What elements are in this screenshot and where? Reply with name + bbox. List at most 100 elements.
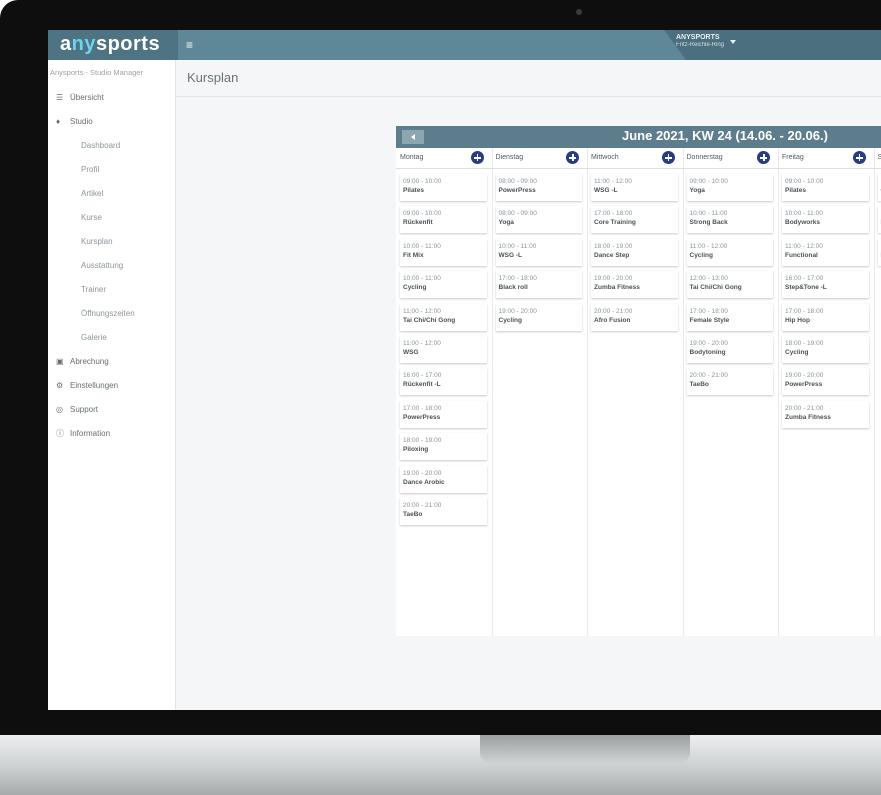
course-name: PowerPress — [785, 381, 823, 389]
sidebar-item-galerie[interactable]: Galerie — [48, 325, 175, 349]
course-name: Yoga — [689, 187, 705, 194]
calculator-icon: ▣ — [56, 356, 64, 366]
course-name: Pilates — [403, 187, 424, 194]
course-name: Cycling — [403, 284, 427, 292]
course-card[interactable]: 17:Hi — [877, 238, 881, 266]
course-card[interactable]: 19:00 - 20:00 Dance Arobic — [400, 465, 487, 493]
sidebar-item-label: Studio — [70, 116, 93, 126]
course-time: 19:00 - 20:00 — [403, 469, 442, 477]
course-card[interactable]: 17:00 - 18:00 Hip Hop — [782, 303, 869, 331]
sidebar-item-studio[interactable]: ♦ Studio — [48, 109, 175, 133]
course-card[interactable]: 16:00 - 17:00 Step&Tone -L — [782, 271, 869, 299]
course-list: 11:00 - 12:00 WSG -L 17:00 - 18:00 Core Tra… — [587, 169, 683, 331]
course-time: 10:00 - 11:00 — [689, 210, 728, 218]
course-card[interactable]: 10:00 - 11:00 Bodyworks — [782, 206, 869, 234]
list-icon: ☰ — [56, 92, 64, 102]
course-card[interactable]: 10:00 - 11:00 WSG -L — [495, 238, 582, 266]
sidebar-item-trainer[interactable]: Trainer — [48, 277, 175, 301]
sidebar-item-dashboard[interactable]: Dashboard — [48, 133, 175, 157]
course-card[interactable]: 20:00 - 21:00 Afro Fusion — [591, 303, 678, 331]
course-card[interactable]: 09:00 - 10:00 Rückenfit — [400, 206, 487, 234]
laptop-hinge — [480, 735, 690, 763]
course-time: 19:00 - 20:00 — [594, 275, 633, 283]
day-column: Mittwoch 11:00 - 12:00 WSG -L 17:00 - 18:00… — [587, 148, 684, 636]
sidebar-item-support[interactable]: ◎ Support — [48, 397, 175, 421]
course-card[interactable]: 10:00 - 11:00 Strong Back — [686, 206, 773, 234]
course-card[interactable]: 11:00 - 12:00 WSG -L — [591, 174, 678, 201]
sidebar-item--bersicht[interactable]: ☰ Übersicht — [48, 85, 175, 109]
course-card[interactable]: 19:00 - 20:00 Bodytoning — [686, 335, 773, 363]
prev-week-button[interactable] — [402, 130, 424, 144]
course-card[interactable]: 20:00 - 21:00 TaeBo — [400, 497, 487, 525]
course-card[interactable]: 17:00 - 18:00 Core Training — [591, 206, 678, 234]
course-card[interactable]: 09:00 - 10:00 Yoga — [686, 174, 773, 201]
course-name: Bodytoning — [689, 348, 726, 356]
course-time: 18:00 - 19:00 — [785, 339, 824, 347]
add-course-button[interactable] — [566, 151, 579, 164]
sidebar-item-einstellungen[interactable]: ⚙ Einstellungen — [48, 373, 175, 397]
gear-icon: ⚙ — [56, 380, 64, 390]
course-card[interactable]: 10:Cy — [877, 174, 881, 201]
sidebar-item--ffnungszeiten[interactable]: Öffnungszeiten — [48, 301, 175, 325]
course-card[interactable]: 18:00 - 19:00 Piloxing — [400, 433, 487, 461]
course-card[interactable]: 17:00 - 18:00 PowerPress — [400, 400, 487, 428]
day-column: Montag 09:00 - 10:00 Pilates 09:00 - 10:00 R… — [396, 148, 493, 636]
course-card[interactable]: 19:00 - 20:00 Zumba Fitness — [591, 271, 678, 299]
course-name: Female Style — [689, 316, 730, 324]
course-card[interactable]: 10:00 - 11:00 Cycling — [400, 271, 487, 299]
sidebar-item-kurse[interactable]: Kurse — [48, 205, 175, 229]
course-card[interactable]: 17:00 - 18:00 Female Style — [686, 303, 773, 331]
caret-down-icon[interactable] — [730, 40, 736, 44]
sidebar-item-kursplan[interactable]: Kursplan — [48, 229, 175, 253]
course-name: Dance Step — [594, 251, 630, 259]
course-card[interactable]: 12:00 - 13:00 Tai Chi/Chi Gong — [686, 271, 773, 299]
content-header: Kursplan — [176, 60, 881, 97]
course-card[interactable]: 20:00 - 21:00 TaeBo — [686, 368, 773, 396]
course-time: 17:00 - 18:00 — [594, 210, 633, 218]
day-column: Donnerstag 09:00 - 10:00 Yoga 10:00 - 11:00… — [682, 148, 779, 636]
course-card[interactable]: 11:00 - 12:00 WSG — [400, 335, 487, 363]
course-card[interactable]: 11:00 - 12:00 Functional — [782, 238, 869, 266]
sidebar-item-profil[interactable]: Profil — [48, 157, 175, 181]
user-menu[interactable]: ANYSPORTS Fritz-Reichle-Ring — [676, 34, 724, 48]
course-card[interactable]: 11:00 - 12:00 Tai Chi/Chi Gong — [400, 303, 487, 331]
sidebar-item-abrechung[interactable]: ▣ Abrechung — [48, 349, 175, 373]
course-time: 16:00 - 17:00 — [403, 372, 442, 380]
day-name: Dienstag — [495, 154, 524, 161]
course-card[interactable]: 18:00 - 19:00 Cycling — [782, 335, 869, 363]
course-card[interactable]: 11:Pil — [877, 206, 881, 234]
sidebar-item-label: Profil — [81, 164, 100, 174]
day-header: Sa — [873, 148, 881, 169]
course-time: 11:00 - 12:00 — [403, 339, 441, 347]
course-card[interactable]: 19:00 - 20:00 Cycling — [495, 303, 582, 331]
course-card[interactable]: 20:00 - 21:00 Zumba Fitness — [782, 400, 869, 428]
logo-part: sports — [95, 33, 161, 55]
course-card[interactable]: 16:00 - 17:00 Rückenfit -L — [400, 368, 487, 396]
course-name: Step&Tone -L — [785, 284, 827, 292]
hamburger-icon[interactable]: ≡ — [186, 38, 193, 52]
sidebar-item-information[interactable]: ⓘ Information — [48, 421, 175, 445]
logo[interactable]: anysports — [60, 33, 160, 56]
sidebar-item-label: Einstellungen — [70, 380, 119, 390]
course-list: 08:00 - 09:00 PowerPress 08:00 - 09:00 Yoga… — [492, 169, 588, 331]
course-time: 08:00 - 09:00 — [498, 210, 537, 218]
course-card[interactable]: 08:00 - 09:00 Yoga — [495, 206, 582, 234]
course-time: 16:00 - 17:00 — [785, 275, 824, 283]
add-course-button[interactable] — [661, 151, 675, 164]
course-card[interactable]: 17:00 - 18:00 Black roll — [495, 271, 582, 299]
add-course-button[interactable] — [470, 151, 484, 164]
course-card[interactable]: 11:00 - 12:00 Cycling — [686, 238, 773, 266]
course-card[interactable]: 18:00 - 19:00 Dance Step — [591, 238, 678, 266]
course-card[interactable]: 09:00 - 10:00 Pilates — [400, 174, 487, 201]
course-time: 19:00 - 20:00 — [785, 372, 824, 380]
course-card[interactable]: 19:00 - 20:00 PowerPress — [782, 368, 869, 396]
course-card[interactable]: 09:00 - 10:00 Pilates — [782, 174, 869, 201]
add-course-button[interactable] — [852, 151, 866, 164]
add-course-button[interactable] — [757, 151, 770, 164]
course-card[interactable]: 08:00 - 09:00 PowerPress — [495, 174, 582, 201]
course-card[interactable]: 10:00 - 11:00 Fit Mix — [400, 238, 487, 266]
logo-part: a — [60, 33, 72, 55]
sidebar-item-ausstattung[interactable]: Ausstattung — [48, 253, 175, 277]
sidebar-item-artikel[interactable]: Artikel — [48, 181, 175, 205]
course-name: Black roll — [498, 284, 528, 292]
